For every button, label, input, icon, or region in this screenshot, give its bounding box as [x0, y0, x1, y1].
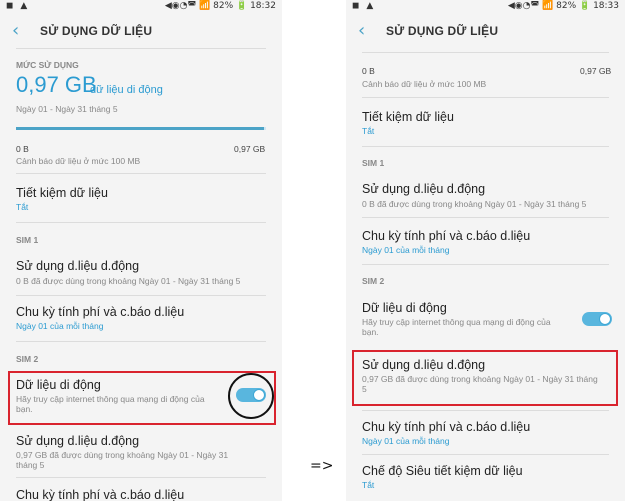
sim1-cycle-title: Chu kỳ tính phí và c.báo d.liệu: [362, 229, 531, 243]
status-notification-icons: ◼ ▲: [6, 1, 30, 11]
sim2-billing-cycle-item[interactable]: Chu kỳ tính phí và c.báo d.liệu: [0, 478, 282, 501]
sim2-usage-subtitle-line1: 0,97 GB đã được dùng trong khoảng Ngày 0…: [16, 450, 229, 460]
divider: [362, 52, 609, 53]
data-saver-status: Tắt: [16, 202, 29, 212]
data-saver-title: Tiết kiệm dữ liệu: [362, 110, 454, 124]
sim2-cycle-title: Chu kỳ tính phí và c.báo d.liệu: [362, 420, 531, 434]
data-warning-text: Cảnh báo dữ liệu ở mức 100 MB: [362, 79, 487, 89]
status-system-info: ◀◉◔◚ 📶 82% 🔋 18:33: [507, 1, 619, 11]
title-bar: ‹ SỬ DỤNG DỮ LIỆU: [0, 14, 282, 48]
title-bar: ‹ SỬ DỤNG DỮ LIỆU: [346, 14, 625, 48]
sim2-cycle-title: Chu kỳ tính phí và c.báo d.liệu: [16, 488, 185, 501]
sim1-usage-title: Sử dụng d.liệu d.động: [16, 259, 140, 273]
usage-bar: [16, 127, 266, 130]
screenshot-before: ◼ ▲ ◀◉◔◚ 📶 82% 🔋 18:32 ‹ SỬ DỤNG DỮ LIỆU…: [0, 0, 282, 501]
highlight-circle: [228, 373, 274, 419]
status-bar: ◼ ▲ ◀◉◔◚ 📶 82% 🔋 18:32: [0, 0, 282, 14]
sim1-section-header: SIM 1: [16, 235, 39, 245]
mobile-data-subtitle-line1: Hãy truy cập internet thông qua mạng di …: [362, 317, 551, 327]
status-notification-icons: ◼ ▲: [352, 1, 376, 11]
data-saver-item[interactable]: Tiết kiệm dữ liệu Tắt: [0, 174, 282, 222]
highlight-box: [352, 350, 618, 406]
divider: [362, 264, 609, 265]
sim2-usage-subtitle-line2: tháng 5: [16, 460, 45, 470]
sim1-billing-cycle-item[interactable]: Chu kỳ tính phí và c.báo d.liệu Ngày 01 …: [346, 218, 625, 264]
divider: [16, 341, 266, 342]
usage-value: 0,97 GB: [16, 72, 97, 97]
usage-section-header: MỨC SỬ DỤNG: [16, 60, 79, 70]
mobile-data-title: Dữ liệu di động: [362, 301, 447, 315]
usage-period: Ngày 01 - Ngày 31 tháng 5: [16, 104, 118, 114]
divider: [16, 222, 266, 223]
usage-bar-max: 0,97 GB: [234, 144, 266, 154]
back-arrow-icon[interactable]: ‹: [12, 20, 19, 41]
sim1-usage-subtitle: 0 B đã được dùng trong khoảng Ngày 01 - …: [362, 199, 587, 209]
mobile-data-toggle[interactable]: [582, 312, 612, 326]
divider: [16, 48, 266, 49]
ultra-data-saver-item[interactable]: Chế độ Siêu tiết kiệm dữ liệu Tắt: [346, 455, 625, 499]
usage-bar-min: 0 B: [16, 144, 29, 154]
sim1-cycle-title: Chu kỳ tính phí và c.báo d.liệu: [16, 305, 185, 319]
sim2-mobile-data-item[interactable]: Dữ liệu di động Hãy truy cập internet th…: [346, 292, 625, 346]
usage-unit: dữ liệu di động: [90, 84, 163, 96]
sim1-usage-title: Sử dụng d.liệu d.động: [362, 182, 486, 196]
screenshot-after: ◼ ▲ ◀◉◔◚ 📶 82% 🔋 18:33 ‹ SỬ DỤNG DỮ LIỆU…: [346, 0, 625, 501]
sim1-section-header: SIM 1: [362, 158, 385, 168]
usage-bar-max: 0,97 GB: [580, 66, 612, 76]
sim2-section-header: SIM 2: [362, 276, 385, 286]
usage-bar-fill: [16, 127, 264, 130]
toggle-knob: [599, 313, 611, 325]
status-bar: ◼ ▲ ◀◉◔◚ 📶 82% 🔋 18:33: [346, 0, 625, 14]
data-warning-text: Cảnh báo dữ liệu ở mức 100 MB: [16, 156, 141, 166]
status-system-info: ◀◉◔◚ 📶 82% 🔋 18:32: [164, 1, 276, 11]
page-title: SỬ DỤNG DỮ LIỆU: [40, 24, 153, 38]
sim1-usage-subtitle: 0 B đã được dùng trong khoảng Ngày 01 - …: [16, 276, 241, 286]
ultra-saver-title: Chế độ Siêu tiết kiệm dữ liệu: [362, 464, 523, 478]
transition-arrow: =>: [310, 458, 334, 474]
sim1-billing-cycle-item[interactable]: Chu kỳ tính phí và c.báo d.liệu Ngày 01 …: [0, 296, 282, 340]
sim1-cycle-subtitle: Ngày 01 của mỗi tháng: [362, 245, 450, 255]
back-arrow-icon[interactable]: ‹: [358, 20, 365, 41]
sim2-mobile-usage-item[interactable]: Sử dụng d.liệu d.động 0,97 GB đã được dù…: [0, 428, 282, 476]
sim1-mobile-usage-item[interactable]: Sử dụng d.liệu d.động 0 B đã được dùng t…: [0, 250, 282, 294]
divider: [362, 146, 609, 147]
data-saver-title: Tiết kiệm dữ liệu: [16, 186, 108, 200]
data-saver-item[interactable]: Tiết kiệm dữ liệu Tắt: [346, 98, 625, 146]
sim2-usage-title: Sử dụng d.liệu d.động: [16, 434, 140, 448]
mobile-data-subtitle-line2: bạn.: [362, 327, 379, 337]
sim1-cycle-subtitle: Ngày 01 của mỗi tháng: [16, 321, 104, 331]
sim2-section-header: SIM 2: [16, 354, 39, 364]
sim2-cycle-subtitle: Ngày 01 của mỗi tháng: [362, 436, 450, 446]
data-saver-status: Tắt: [362, 126, 375, 136]
page-title: SỬ DỤNG DỮ LIỆU: [386, 24, 499, 38]
sim1-mobile-usage-item[interactable]: Sử dụng d.liệu d.động 0 B đã được dùng t…: [346, 172, 625, 216]
usage-bar-min: 0 B: [362, 66, 375, 76]
sim2-billing-cycle-item[interactable]: Chu kỳ tính phí và c.báo d.liệu Ngày 01 …: [346, 410, 625, 454]
ultra-saver-status: Tắt: [362, 480, 375, 490]
